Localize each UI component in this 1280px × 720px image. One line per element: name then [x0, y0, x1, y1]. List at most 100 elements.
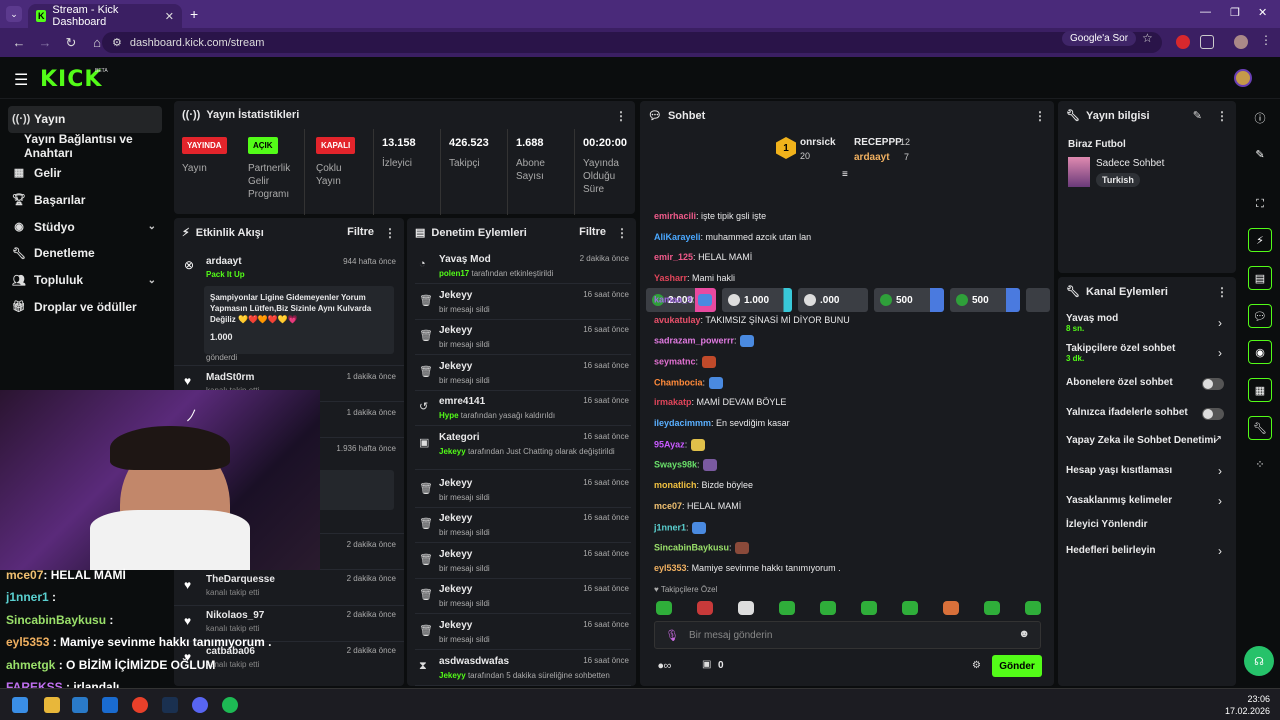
windows-start-icon[interactable]: [12, 697, 28, 713]
microphone-icon[interactable]: 🎙︎: [665, 629, 679, 642]
chat-username[interactable]: seymatnc: [654, 356, 696, 366]
more-options-icon[interactable]: ⋮: [615, 109, 627, 123]
close-window-icon[interactable]: ✕: [1258, 6, 1267, 19]
extension-icon[interactable]: [1176, 35, 1190, 49]
chat-username[interactable]: AliKarayeli: [654, 232, 701, 242]
channel-action-item[interactable]: Hesap yaşı kısıtlaması: [1066, 465, 1226, 476]
menu-icon[interactable]: ☰: [14, 70, 28, 90]
minimize-icon[interactable]: —: [1200, 6, 1211, 18]
store-icon[interactable]: [72, 697, 88, 713]
broadcast-icon[interactable]: ◉: [1248, 340, 1272, 364]
emote-icon[interactable]: [656, 601, 672, 615]
sidebar-item-studyo[interactable]: ◉ Stüdyo ⌄: [0, 213, 170, 240]
info-icon[interactable]: ⓘ: [1248, 106, 1272, 130]
outlook-icon[interactable]: [102, 697, 118, 713]
gift-card[interactable]: 1.000: [722, 288, 792, 312]
wrench-icon[interactable]: 🔧︎: [1248, 416, 1272, 440]
gear-icon[interactable]: ⚙: [972, 660, 981, 671]
chat-username[interactable]: 95Ayaz: [654, 439, 685, 449]
gift-card[interactable]: .000: [798, 288, 868, 312]
channel-points-icon[interactable]: ⦁∞: [658, 660, 671, 673]
filter-button[interactable]: Filtre: [579, 226, 606, 238]
reload-icon[interactable]: ↻: [64, 35, 78, 51]
user-avatar[interactable]: [1234, 69, 1252, 87]
toggle-switch[interactable]: [1202, 378, 1224, 390]
channel-action-item[interactable]: Yasaklanmış kelimeler: [1066, 495, 1226, 506]
sidebar-item-yayin[interactable]: ((·)) Yayın: [8, 106, 162, 133]
emote-icon[interactable]: [1025, 601, 1041, 615]
chat-username[interactable]: avukatulay: [654, 315, 701, 325]
emote-icon[interactable]: [738, 601, 754, 615]
emoji-icon[interactable]: ☻: [1018, 628, 1030, 640]
system-clock[interactable]: 23:06 17.02.2026: [1225, 693, 1270, 717]
bolt-icon[interactable]: ⚡︎: [1248, 228, 1272, 252]
filter-button[interactable]: Filtre: [347, 226, 374, 238]
chat-username[interactable]: mce07: [654, 501, 682, 511]
channel-action-item[interactable]: Yapay Zeka ile Sohbet Denetimi: [1066, 435, 1226, 446]
edit-pencil-icon[interactable]: ✎: [1193, 109, 1202, 122]
chevron-right-icon[interactable]: ›: [1218, 464, 1222, 478]
emote-icon[interactable]: [820, 601, 836, 615]
more-options-icon[interactable]: ⋮: [384, 226, 396, 240]
layout-icon[interactable]: ▦: [1248, 378, 1272, 402]
external-link-icon[interactable]: ↗: [1214, 434, 1222, 445]
chat-username[interactable]: eyl5353: [654, 563, 687, 573]
tab-search-icon[interactable]: ⌄: [6, 6, 22, 22]
more-icon[interactable]: ⁘: [1248, 452, 1272, 476]
steam-icon[interactable]: [162, 697, 178, 713]
back-icon[interactable]: ←: [12, 35, 26, 50]
store-icon[interactable]: ▣: [702, 659, 711, 670]
new-tab-icon[interactable]: +: [190, 6, 198, 22]
channel-action-item[interactable]: Hedefleri belirleyin: [1066, 545, 1226, 556]
document-icon[interactable]: ▤: [1248, 266, 1272, 290]
forward-icon[interactable]: →: [38, 35, 52, 50]
chat-username[interactable]: emirhacili: [654, 211, 696, 221]
site-info-icon[interactable]: ⚙: [112, 36, 122, 49]
sidebar-item-topluluk[interactable]: 👥︎ Topluluk ⌄: [0, 267, 170, 294]
profile-avatar-icon[interactable]: [1234, 35, 1248, 49]
extensions-puzzle-icon[interactable]: [1200, 35, 1214, 49]
channel-action-item[interactable]: İzleyici Yönlendir: [1066, 519, 1226, 530]
tag-chip[interactable]: Turkish: [1096, 173, 1140, 187]
headset-icon[interactable]: ☊: [1244, 646, 1274, 676]
emote-icon[interactable]: [697, 601, 713, 615]
browser-tab[interactable]: K Stream - Kick Dashboard ✕: [28, 4, 182, 28]
chevron-right-icon[interactable]: ›: [1218, 494, 1222, 508]
gift-card[interactable]: 500: [950, 288, 1020, 312]
chat-username[interactable]: Yasharr: [654, 273, 687, 283]
chat-username[interactable]: monatlich: [654, 480, 697, 490]
maximize-icon[interactable]: ❐: [1230, 6, 1240, 19]
more-options-icon[interactable]: ⋮: [1216, 109, 1228, 123]
chat-username[interactable]: ileydacimmm: [654, 418, 711, 428]
browser-menu-icon[interactable]: ⋮: [1260, 33, 1274, 47]
chat-username[interactable]: kamaa_9: [654, 294, 692, 304]
expand-icon[interactable]: ≡: [842, 169, 848, 180]
file-explorer-icon[interactable]: [44, 697, 60, 713]
channel-action-item[interactable]: Takipçilere özel sohbet 3 dk.: [1066, 343, 1226, 363]
send-button[interactable]: Gönder: [992, 655, 1042, 677]
sidebar-item-stream-key[interactable]: Yayın Bağlantısı ve Anahtarı: [0, 132, 170, 160]
sidebar-item-basarilar[interactable]: 🏆︎ Başarılar: [0, 186, 170, 213]
chevron-right-icon[interactable]: ›: [1218, 346, 1222, 360]
emote-icon[interactable]: [984, 601, 1000, 615]
chat-username[interactable]: Chambocia: [654, 377, 703, 387]
more-options-icon[interactable]: ⋮: [1034, 109, 1046, 123]
more-options-icon[interactable]: ⋮: [616, 226, 628, 240]
bookmark-star-icon[interactable]: ☆: [1142, 31, 1153, 45]
chat-bubble-icon[interactable]: 💬︎: [1248, 304, 1272, 328]
chevron-right-icon[interactable]: ›: [1218, 316, 1222, 330]
chat-username[interactable]: j1nner1: [654, 522, 686, 532]
chat-username[interactable]: Sways98k: [654, 460, 697, 470]
emote-icon[interactable]: [902, 601, 918, 615]
sidebar-item-gelir[interactable]: ▦ Gelir: [0, 160, 170, 187]
edit-pencil-icon[interactable]: ✎: [1248, 142, 1272, 166]
chat-username[interactable]: irmakatp: [654, 397, 692, 407]
sidebar-item-denetleme[interactable]: 🔧︎ Denetleme: [0, 240, 170, 267]
url-field[interactable]: ⚙ dashboard.kick.com/stream: [102, 32, 1162, 53]
sidebar-item-droplar[interactable]: 🎁︎ Droplar ve ödüller: [0, 294, 170, 321]
chat-username[interactable]: emir_125: [654, 252, 693, 262]
emote-icon[interactable]: [779, 601, 795, 615]
kick-logo[interactable]: KICK: [40, 67, 102, 92]
gift-card[interactable]: [1026, 288, 1050, 312]
more-options-icon[interactable]: ⋮: [1216, 285, 1228, 299]
